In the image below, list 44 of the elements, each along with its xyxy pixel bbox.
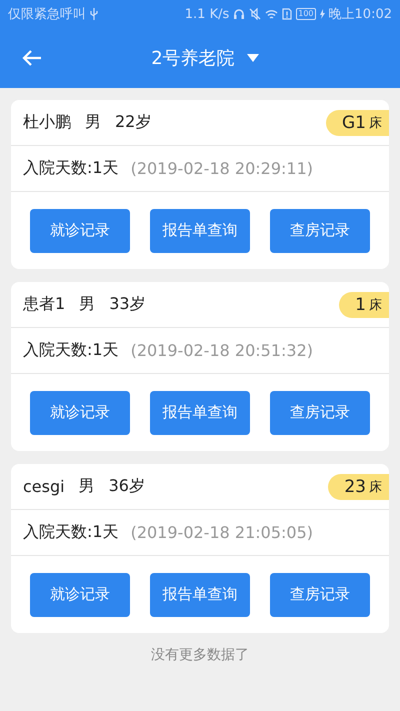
page-title[interactable]: 2号养老院 bbox=[151, 46, 235, 70]
admission-time: (2019-02-18 20:51:32) bbox=[130, 341, 313, 360]
back-arrow-icon[interactable] bbox=[22, 50, 42, 66]
patient-age: 22岁 bbox=[115, 112, 152, 133]
record-button[interactable]: 查房记录 bbox=[270, 572, 370, 616]
patient-sex: 男 bbox=[79, 294, 96, 315]
mute-icon bbox=[249, 8, 262, 20]
admission-days: 入院天数:1天 bbox=[23, 158, 119, 179]
clock-time: 晚上10:02 bbox=[328, 6, 392, 23]
record-button[interactable]: 查房记录 bbox=[270, 208, 370, 252]
battery-icon: 100 bbox=[296, 8, 316, 20]
record-button[interactable]: 报告单查询 bbox=[150, 390, 250, 434]
bed-unit: 床 bbox=[369, 296, 382, 314]
headphones-icon bbox=[233, 8, 246, 20]
record-button[interactable]: 报告单查询 bbox=[150, 208, 250, 252]
patient-name: 患者1 bbox=[23, 294, 66, 315]
admission-time: (2019-02-18 21:05:05) bbox=[130, 523, 313, 542]
charging-icon bbox=[320, 9, 325, 19]
bed-unit: 床 bbox=[369, 114, 382, 132]
patient-name: cesgi bbox=[23, 477, 65, 496]
admission-time: (2019-02-18 20:29:11) bbox=[130, 159, 313, 178]
dropdown-caret-icon[interactable] bbox=[246, 54, 259, 62]
patient-sex: 男 bbox=[85, 112, 101, 133]
sim-alert-icon bbox=[282, 8, 292, 20]
bed-number: G1 bbox=[342, 112, 366, 132]
patient-sex: 男 bbox=[78, 476, 95, 497]
wifi-icon bbox=[265, 8, 278, 20]
patient-name: 杜小鹏 bbox=[23, 112, 71, 133]
bed-number: 23 bbox=[344, 476, 366, 496]
no-more-data-text: 没有更多数据了 bbox=[150, 646, 250, 664]
admission-days: 入院天数:1天 bbox=[23, 340, 119, 361]
record-button[interactable]: 报告单查询 bbox=[150, 572, 250, 616]
patient-age: 36岁 bbox=[108, 476, 145, 497]
record-button[interactable]: 查房记录 bbox=[270, 390, 370, 434]
record-button[interactable]: 就诊记录 bbox=[30, 208, 130, 252]
record-button[interactable]: 就诊记录 bbox=[30, 390, 130, 434]
patient-age: 33岁 bbox=[109, 294, 146, 315]
usb-icon bbox=[90, 8, 98, 20]
carrier-text: 仅限紧急呼叫 bbox=[8, 6, 86, 23]
bed-unit: 床 bbox=[369, 478, 382, 496]
bed-number: 1 bbox=[355, 294, 366, 314]
network-speed: 1.1 K/s bbox=[184, 6, 230, 22]
record-button[interactable]: 就诊记录 bbox=[30, 572, 130, 616]
admission-days: 入院天数:1天 bbox=[23, 522, 119, 543]
